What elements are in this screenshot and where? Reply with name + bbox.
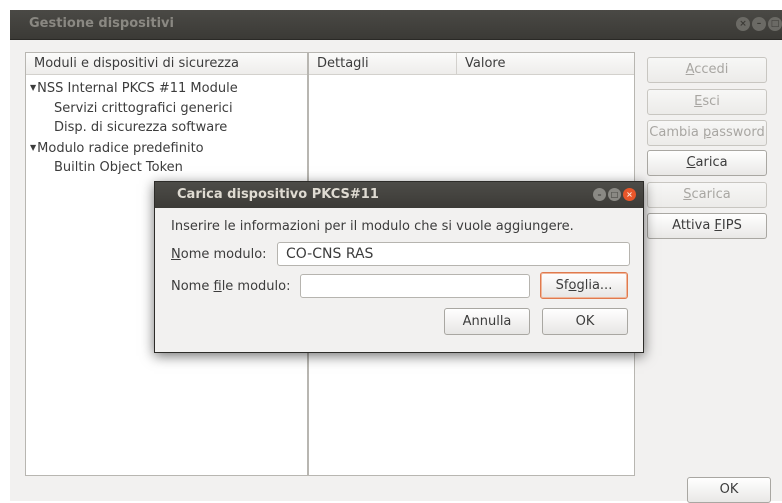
label-part: carica [691,187,731,202]
dialog-titlebar: Carica dispositivo PKCS#11 – □ × [155,182,643,208]
change-password-button[interactable]: Cambia password [647,120,767,146]
logout-button[interactable]: Esci [647,89,767,115]
value-column-header[interactable]: Valore [457,53,634,75]
load-button[interactable]: Carica [647,150,767,176]
login-button[interactable]: Accedi [647,57,767,83]
window-title: Gestione dispositivi [29,16,174,31]
module-name-label: Nome modulo: [171,247,267,262]
expander-open-icon[interactable]: ▼ [30,83,36,92]
label-part: ccedi [694,62,729,77]
maximize-icon[interactable]: □ [768,17,782,31]
modules-column-header[interactable]: Moduli e dispositivi di sicurezza [26,53,307,75]
tree-item-nss-internal[interactable]: ▼NSS Internal PKCS #11 Module [30,78,238,99]
window-controls: × – □ [736,17,782,31]
label-part: assword [711,125,765,140]
maximize-icon[interactable]: □ [608,188,621,201]
tree-item-label: NSS Internal PKCS #11 Module [37,81,238,96]
label-part: ile modulo: [221,279,291,294]
mnemonic: C [686,155,696,170]
module-name-input[interactable]: CO-CNS RAS [277,242,630,266]
module-file-input[interactable] [300,274,530,298]
close-icon[interactable]: × [623,188,636,201]
browse-button[interactable]: Sfoglia... [540,272,628,299]
window-titlebar: Gestione dispositivi × – □ [10,10,782,39]
minimize-icon[interactable]: – [752,17,766,31]
close-icon[interactable]: × [736,17,750,31]
tree-item-software-security[interactable]: Disp. di sicurezza software [30,118,238,138]
tree-item-label: Builtin Object Token [54,160,183,175]
tree-item-generic-crypto[interactable]: Servizi crittografici generici [30,99,238,119]
label-part: glia... [576,278,613,293]
tree-item-label: Disp. di sicurezza software [54,120,228,135]
cancel-button[interactable]: Annulla [444,308,530,335]
dialog-window-controls: – □ × [593,188,636,201]
unload-button[interactable]: Scarica [647,182,767,208]
tree-item-builtin-token[interactable]: Builtin Object Token [30,158,238,178]
details-column-header[interactable]: Dettagli [309,53,457,75]
ok-button[interactable]: OK [687,477,771,503]
label-part: ome modulo: [180,247,267,262]
enable-fips-button[interactable]: Attiva FIPS [647,213,767,239]
minimize-icon[interactable]: – [593,188,606,201]
load-device-dialog: Carica dispositivo PKCS#11 – □ × Inserir… [154,181,644,353]
module-file-label: Nome file modulo: [171,279,290,294]
mnemonic: N [171,247,181,262]
label-part: sci [702,94,720,109]
label-part: Sf [555,278,569,293]
tree-item-label: Servizi crittografici generici [54,100,233,116]
label-part: Attiva [672,218,715,233]
mnemonic: S [683,187,692,202]
modules-tree: ▼NSS Internal PKCS #11 Module Servizi cr… [30,78,238,178]
mnemonic: F [714,218,722,233]
tree-item-label: Modulo radice predefinito [37,140,204,156]
label-part: Nome [171,279,214,294]
mnemonic: f [213,279,222,294]
dialog-message: Inserire le informazioni per il modulo c… [171,219,574,234]
dialog-ok-button[interactable]: OK [542,308,628,335]
label-part: IPS [721,218,742,233]
tree-item-root-module[interactable]: ▼Modulo radice predefinito [30,138,238,159]
expander-open-icon[interactable]: ▼ [30,143,36,152]
mnemonic: A [685,62,695,77]
mnemonic: p [702,125,712,140]
label-part: Cambia [649,125,703,140]
dialog-title: Carica dispositivo PKCS#11 [177,187,379,202]
label-part: arica [695,155,728,170]
